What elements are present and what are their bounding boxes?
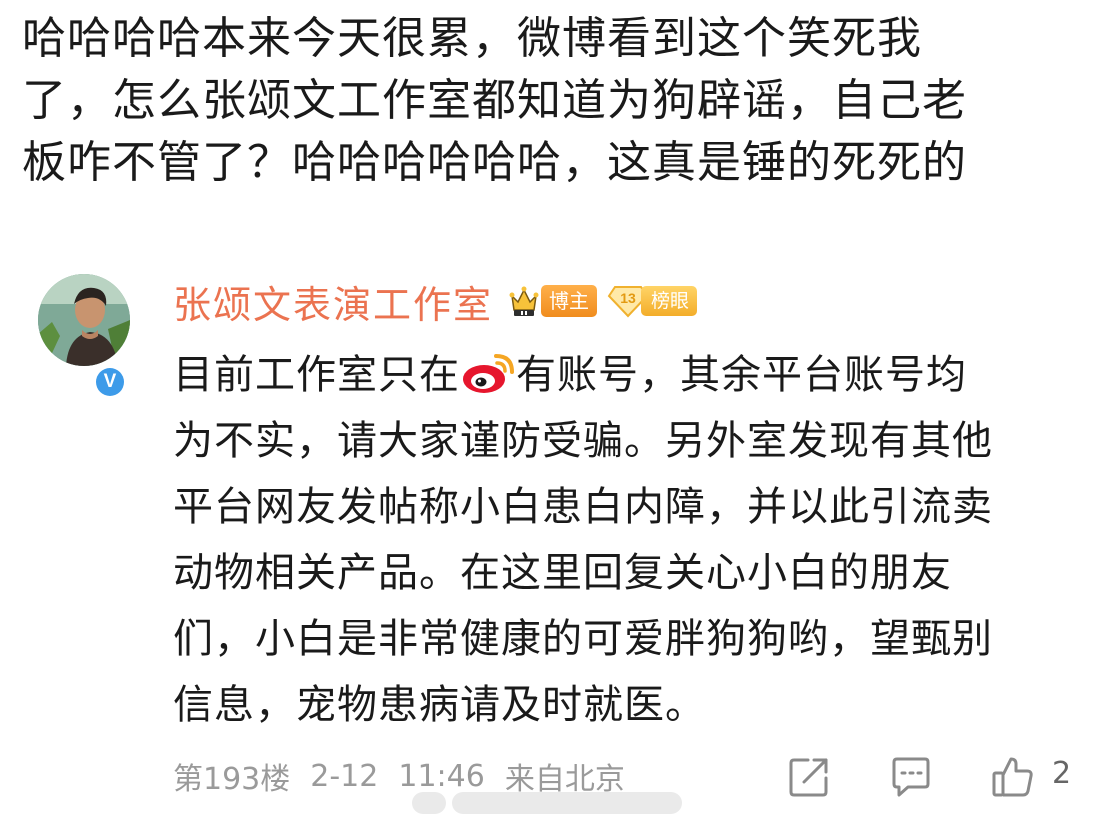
watermark (412, 788, 688, 818)
rank-badge-label: 榜眼 (641, 286, 698, 316)
avatar[interactable] (38, 274, 130, 366)
floor-number: 第193楼 (173, 762, 291, 797)
reply-card: V 张颂文表演工作室 博主 13 榜眼 目前工作室只在 有账号，其余平台账号均 … (0, 262, 1103, 829)
verified-v-icon: V (96, 368, 124, 396)
avatar-portrait (38, 274, 130, 366)
blogger-badge-label: 博主 (541, 285, 598, 317)
caption-line-3: 板咋不管了？哈哈哈哈哈哈，这真是锤的死死的 (22, 137, 967, 188)
verified-badge: V (93, 365, 127, 399)
like-count: 2 (1052, 756, 1072, 791)
comment-icon[interactable] (888, 754, 934, 800)
weibo-logo-icon[interactable] (460, 352, 516, 396)
watermark-text-blur (452, 792, 682, 814)
reply-line-5: 们，小白是非常健康的可爱胖狗狗哟，望甄别 (173, 616, 993, 662)
reply-line-1: 目前工作室只在 有账号，其余平台账号均 (173, 342, 1068, 408)
reply-date: 2-12 (310, 758, 379, 794)
reply-text: 目前工作室只在 有账号，其余平台账号均 为不实，请大家谨防受骗。另外室发现有其他… (173, 342, 1068, 732)
reply-line-2: 为不实，请大家谨防受骗。另外室发现有其他 (173, 418, 993, 464)
crown-ii-icon (509, 286, 539, 316)
post-caption: 哈哈哈哈本来今天很累，微博看到这个笑死我 了，怎么张颂文工作室都知道为狗辟谣，自… (22, 8, 1092, 194)
thumbs-up-icon[interactable] (990, 754, 1036, 800)
share-icon[interactable] (786, 754, 832, 800)
reply-line-4: 动物相关产品。在这里回复关心小白的朋友 (173, 550, 952, 596)
caption-line-2: 了，怎么张颂文工作室都知道为狗辟谣，自己老 (22, 75, 967, 126)
reply-line-1-start: 目前工作室只在 (173, 352, 460, 398)
reply-line-1-end: 有账号，其余平台账号均 (516, 352, 967, 398)
author-row: 张颂文表演工作室 博主 13 榜眼 (173, 274, 698, 329)
author-name[interactable]: 张颂文表演工作室 (173, 274, 493, 329)
rank-badge[interactable]: 13 榜眼 (607, 284, 698, 318)
reply-line-6: 信息，宠物患病请及时就医。 (173, 682, 706, 728)
blogger-badge[interactable]: 博主 (509, 284, 598, 318)
caption-line-1: 哈哈哈哈本来今天很累，微博看到这个笑死我 (22, 13, 922, 64)
reply-line-3: 平台网友发帖称小白患白内障，并以此引流卖 (173, 484, 993, 530)
watermark-mark (412, 792, 446, 814)
rank-number: 13 (620, 290, 636, 306)
